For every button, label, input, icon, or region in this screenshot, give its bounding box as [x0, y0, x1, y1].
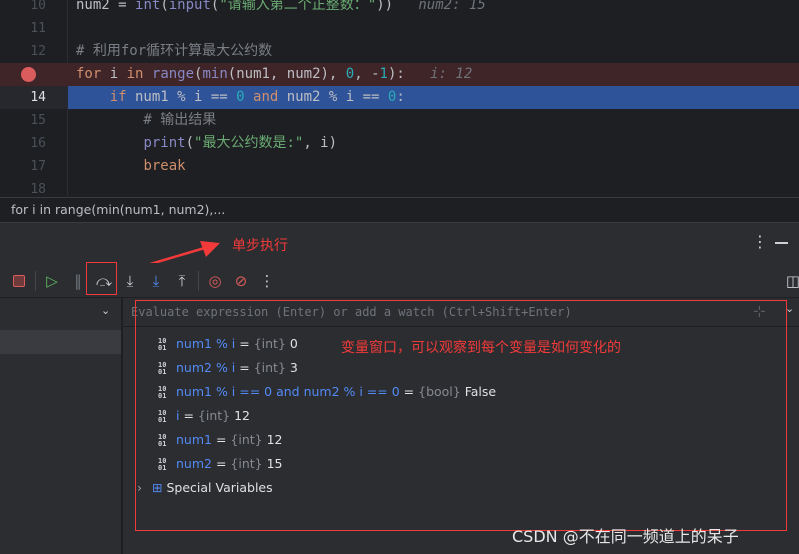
code-token: 0	[236, 89, 245, 105]
code-text: break	[76, 155, 186, 178]
code-text: num2 = int(input("请输入第二个正整数：")) num2: 15	[76, 0, 486, 17]
code-text: print("最大公约数是:", i)	[76, 132, 337, 155]
code-token: num1 % i ==	[126, 89, 237, 105]
code-text: if num1 % i == 0 and num2 % i == 0:	[76, 86, 405, 109]
code-line[interactable]: 15 # 输出结果	[0, 109, 799, 132]
code-line[interactable]: 16 print("最大公约数是:", i)	[0, 132, 799, 155]
code-token: break	[143, 158, 186, 174]
code-token: , -	[354, 66, 380, 82]
code-token: # 利用for循环计算最大公约数	[76, 43, 273, 59]
code-token: i: 12	[404, 66, 473, 82]
frame-selected[interactable]	[0, 330, 121, 354]
line-number: 15	[30, 113, 46, 128]
code-token: num2: 15	[393, 0, 486, 13]
mute-breakpoints-button[interactable]: ⊘	[231, 271, 251, 291]
code-line[interactable]: 12 # 利用for循环计算最大公约数	[0, 40, 799, 63]
minimize-icon[interactable]	[775, 242, 788, 244]
code-text: # 利用for循环计算最大公约数	[76, 40, 272, 63]
code-token: "请输入第二个正整数："	[219, 0, 377, 13]
code-token: if	[109, 89, 127, 105]
more-icon[interactable]: ⋮	[257, 271, 277, 291]
code-token: 1	[379, 66, 388, 82]
code-token: , i)	[303, 135, 338, 151]
pause-button[interactable]: ‖	[68, 271, 88, 291]
code-token: print	[143, 135, 186, 151]
line-number: 16	[30, 136, 46, 151]
code-line[interactable]: 14 if num1 % i == 0 and num2 % i == 0:	[0, 86, 799, 109]
code-line[interactable]: 10 num2 = int(input("请输入第二个正整数：")) num2: …	[0, 0, 799, 17]
code-line[interactable]: for i in range(min(num1, num2), 0, -1): …	[0, 63, 799, 86]
step-out-button[interactable]: ⤒	[172, 271, 192, 291]
chevron-down-icon[interactable]: ⌄	[101, 304, 110, 317]
stop-button[interactable]	[9, 271, 29, 291]
code-token: (num1, num2),	[227, 66, 346, 82]
code-token: ):	[387, 66, 405, 82]
line-number: 11	[30, 21, 46, 36]
step-into-my-code-button[interactable]: ⤓	[146, 271, 166, 291]
code-token: i	[101, 66, 127, 82]
layout-icon[interactable]: ◫	[783, 271, 799, 291]
code-line[interactable]: 17 break	[0, 155, 799, 178]
code-line[interactable]: 11	[0, 17, 799, 40]
debug-panel-header: 单步执行 ⋮	[0, 222, 799, 272]
code-token: in	[126, 66, 144, 82]
more-options-icon[interactable]: ⋮	[752, 232, 768, 251]
highlight-step-over	[86, 262, 117, 295]
code-token: num2 =	[76, 0, 136, 13]
line-number: 10	[30, 0, 46, 13]
annotation-step: 单步执行	[232, 238, 288, 254]
line-number: 17	[30, 159, 46, 174]
code-token: range	[151, 66, 195, 82]
resume-button[interactable]: ▷	[42, 271, 62, 291]
watermark: CSDN @不在同一频道上的呆子	[512, 527, 739, 546]
breakpoint-icon[interactable]	[21, 67, 36, 82]
frames-panel: ⌄	[0, 298, 122, 554]
view-breakpoints-button[interactable]: ◎	[205, 271, 225, 291]
line-number: 12	[30, 44, 46, 59]
breadcrumb[interactable]: for i in range(min(num1, num2),...	[0, 198, 799, 222]
code-editor[interactable]: 10 num2 = int(input("请输入第二个正整数：")) num2: …	[0, 0, 799, 198]
line-number: 14	[0, 86, 68, 109]
code-text: # 输出结果	[76, 109, 216, 132]
code-token: input	[168, 0, 211, 13]
code-token: and	[253, 89, 279, 105]
code-token: "最大公约数是:"	[194, 135, 304, 151]
step-into-button[interactable]: ⤓	[120, 271, 140, 291]
code-token: # 输出结果	[76, 112, 217, 128]
code-token: 0	[345, 66, 355, 82]
code-text: for i in range(min(num1, num2), 0, -1): …	[76, 63, 472, 86]
debug-toolbar: ▷ ‖ ⤼ ⤓ ⤓ ⤒ ◎ ⊘ ⋮ ◫	[0, 263, 799, 298]
code-token: :	[396, 89, 405, 105]
code-token: for	[76, 66, 102, 82]
code-token: (	[185, 135, 195, 151]
code-token: (	[160, 0, 169, 13]
code-token: num2 % i ==	[278, 89, 388, 105]
code-token: int	[135, 0, 161, 13]
code-token: min	[202, 66, 228, 82]
highlight-variables	[135, 300, 787, 531]
code-token: ))	[376, 0, 394, 13]
